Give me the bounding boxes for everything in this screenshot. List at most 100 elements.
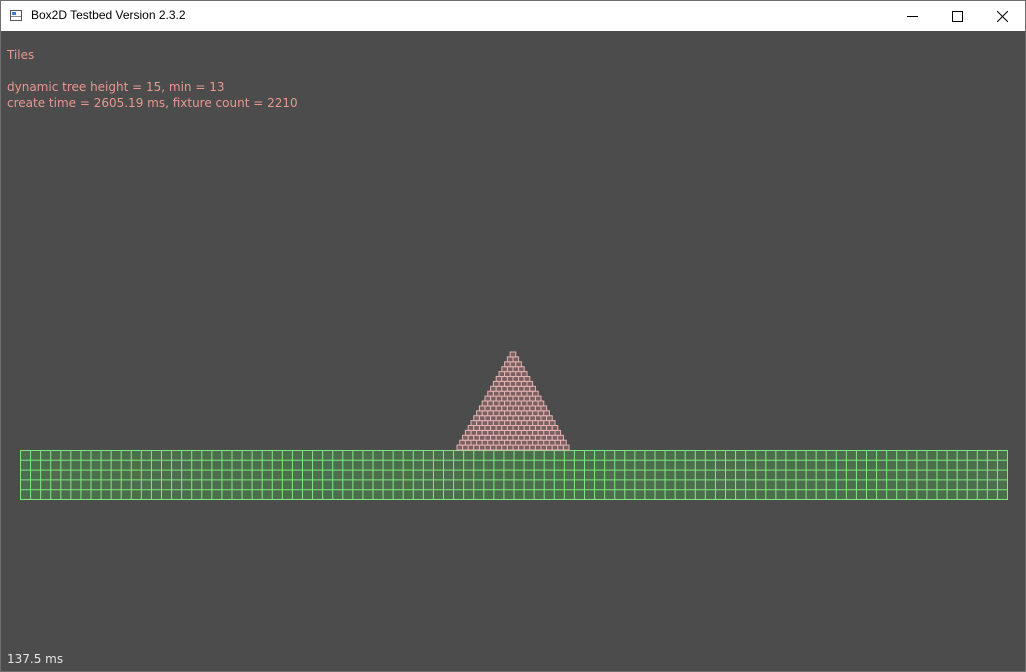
pyramid-box xyxy=(501,415,508,422)
pyramid-box xyxy=(532,410,539,417)
pyramid-box xyxy=(478,405,486,412)
pyramid-box xyxy=(548,439,556,446)
pyramid-box xyxy=(523,444,531,451)
pyramid-box xyxy=(512,405,520,412)
pyramid-box xyxy=(551,425,559,431)
pyramid-box xyxy=(495,395,503,402)
pyramid-box xyxy=(512,425,520,431)
pyramid-box xyxy=(481,439,489,446)
pyramid-box xyxy=(515,400,522,407)
pyramid-box xyxy=(546,434,553,441)
pyramid-box xyxy=(470,439,478,446)
pyramid-box xyxy=(534,444,542,451)
pyramid-box xyxy=(484,395,492,402)
pyramid-box xyxy=(506,376,514,382)
window-title: Box2D Testbed Version 2.3.2 xyxy=(31,8,186,22)
pyramid-box xyxy=(520,390,528,397)
pyramid-box xyxy=(512,356,520,363)
pyramid-box xyxy=(464,429,472,436)
pyramid-box xyxy=(481,429,489,436)
maximize-icon xyxy=(951,10,963,22)
pyramid-box xyxy=(492,429,500,436)
pyramid-box xyxy=(498,390,506,397)
pyramid-box xyxy=(515,371,522,378)
pyramid-box xyxy=(540,444,548,451)
pyramid-box xyxy=(515,439,522,446)
pyramid-box xyxy=(467,434,475,441)
close-button[interactable] xyxy=(979,1,1025,31)
pyramid-box xyxy=(532,439,539,446)
pyramid-box xyxy=(473,434,480,441)
pyramid-box xyxy=(540,434,548,441)
pyramid-box xyxy=(515,420,522,427)
pyramid-box xyxy=(504,439,511,446)
pyramid-box xyxy=(506,425,514,431)
pyramid-box xyxy=(537,400,545,407)
pyramid-box xyxy=(518,385,525,392)
pyramid-box xyxy=(512,376,520,382)
pyramid-box xyxy=(509,439,517,446)
pyramid-box xyxy=(534,425,542,431)
pyramid-box xyxy=(543,420,550,427)
pyramid-box xyxy=(554,429,562,436)
test-name: Tiles xyxy=(7,48,35,62)
minimize-button[interactable] xyxy=(889,1,935,31)
pyramid-box xyxy=(501,366,508,373)
pyramid-box xyxy=(464,439,472,446)
pyramid-box xyxy=(515,390,522,397)
ground-body xyxy=(20,450,1008,500)
pyramid-box xyxy=(495,444,503,451)
pyramid-box xyxy=(532,420,539,427)
pyramid-box xyxy=(523,434,531,441)
pyramid-box xyxy=(495,385,503,392)
maximize-button[interactable] xyxy=(934,1,980,31)
pyramid-box xyxy=(512,415,520,422)
pyramid-box xyxy=(506,415,514,422)
pyramid-box xyxy=(509,410,517,417)
pyramid-box xyxy=(537,429,545,436)
pyramid-box xyxy=(495,425,503,431)
pyramid-box xyxy=(501,385,508,392)
minimize-icon xyxy=(906,15,918,17)
pyramid-box xyxy=(523,376,531,382)
pyramid-box xyxy=(509,361,517,368)
pyramid-box xyxy=(523,415,531,422)
pyramid-box xyxy=(487,400,494,407)
create-info-text: create time = 2605.19 ms, fixture count … xyxy=(7,96,298,110)
pyramid-box xyxy=(490,385,497,392)
pyramid-box xyxy=(462,434,469,441)
pyramid-box xyxy=(504,420,511,427)
pyramid-box xyxy=(506,395,514,402)
pyramid-box xyxy=(526,439,534,446)
pyramid-box xyxy=(470,420,478,427)
pyramid-box xyxy=(492,410,500,417)
pyramid-box xyxy=(492,380,500,387)
pyramid-box xyxy=(490,444,497,451)
pyramid-box xyxy=(532,400,539,407)
pyramid-box xyxy=(498,410,506,417)
pyramid-box xyxy=(534,434,542,441)
pyramid-box xyxy=(518,444,525,451)
pyramid-box xyxy=(518,425,525,431)
pyramid-box xyxy=(487,390,494,397)
pyramid-box xyxy=(562,444,570,451)
pyramid-box xyxy=(540,425,548,431)
pyramid-box xyxy=(498,420,506,427)
tree-info-text: dynamic tree height = 15, min = 13 xyxy=(7,80,225,94)
pyramid-box xyxy=(529,395,536,402)
pyramid-box xyxy=(504,390,511,397)
pyramid-box xyxy=(487,420,494,427)
pyramid-box xyxy=(520,429,528,436)
title-bar[interactable]: Box2D Testbed Version 2.3.2 xyxy=(1,1,1025,31)
pyramid-box xyxy=(478,415,486,422)
pyramid-box xyxy=(529,425,536,431)
pyramid-box xyxy=(462,444,469,451)
pyramid-box xyxy=(543,410,550,417)
pyramid-box xyxy=(520,400,528,407)
pyramid-box xyxy=(554,439,562,446)
simulation-canvas[interactable]: Tiles dynamic tree height = 15, min = 13… xyxy=(1,31,1025,671)
pyramid-box xyxy=(546,425,553,431)
pyramid-box xyxy=(484,405,492,412)
pyramid-box xyxy=(534,395,542,402)
pyramid-box xyxy=(526,380,534,387)
